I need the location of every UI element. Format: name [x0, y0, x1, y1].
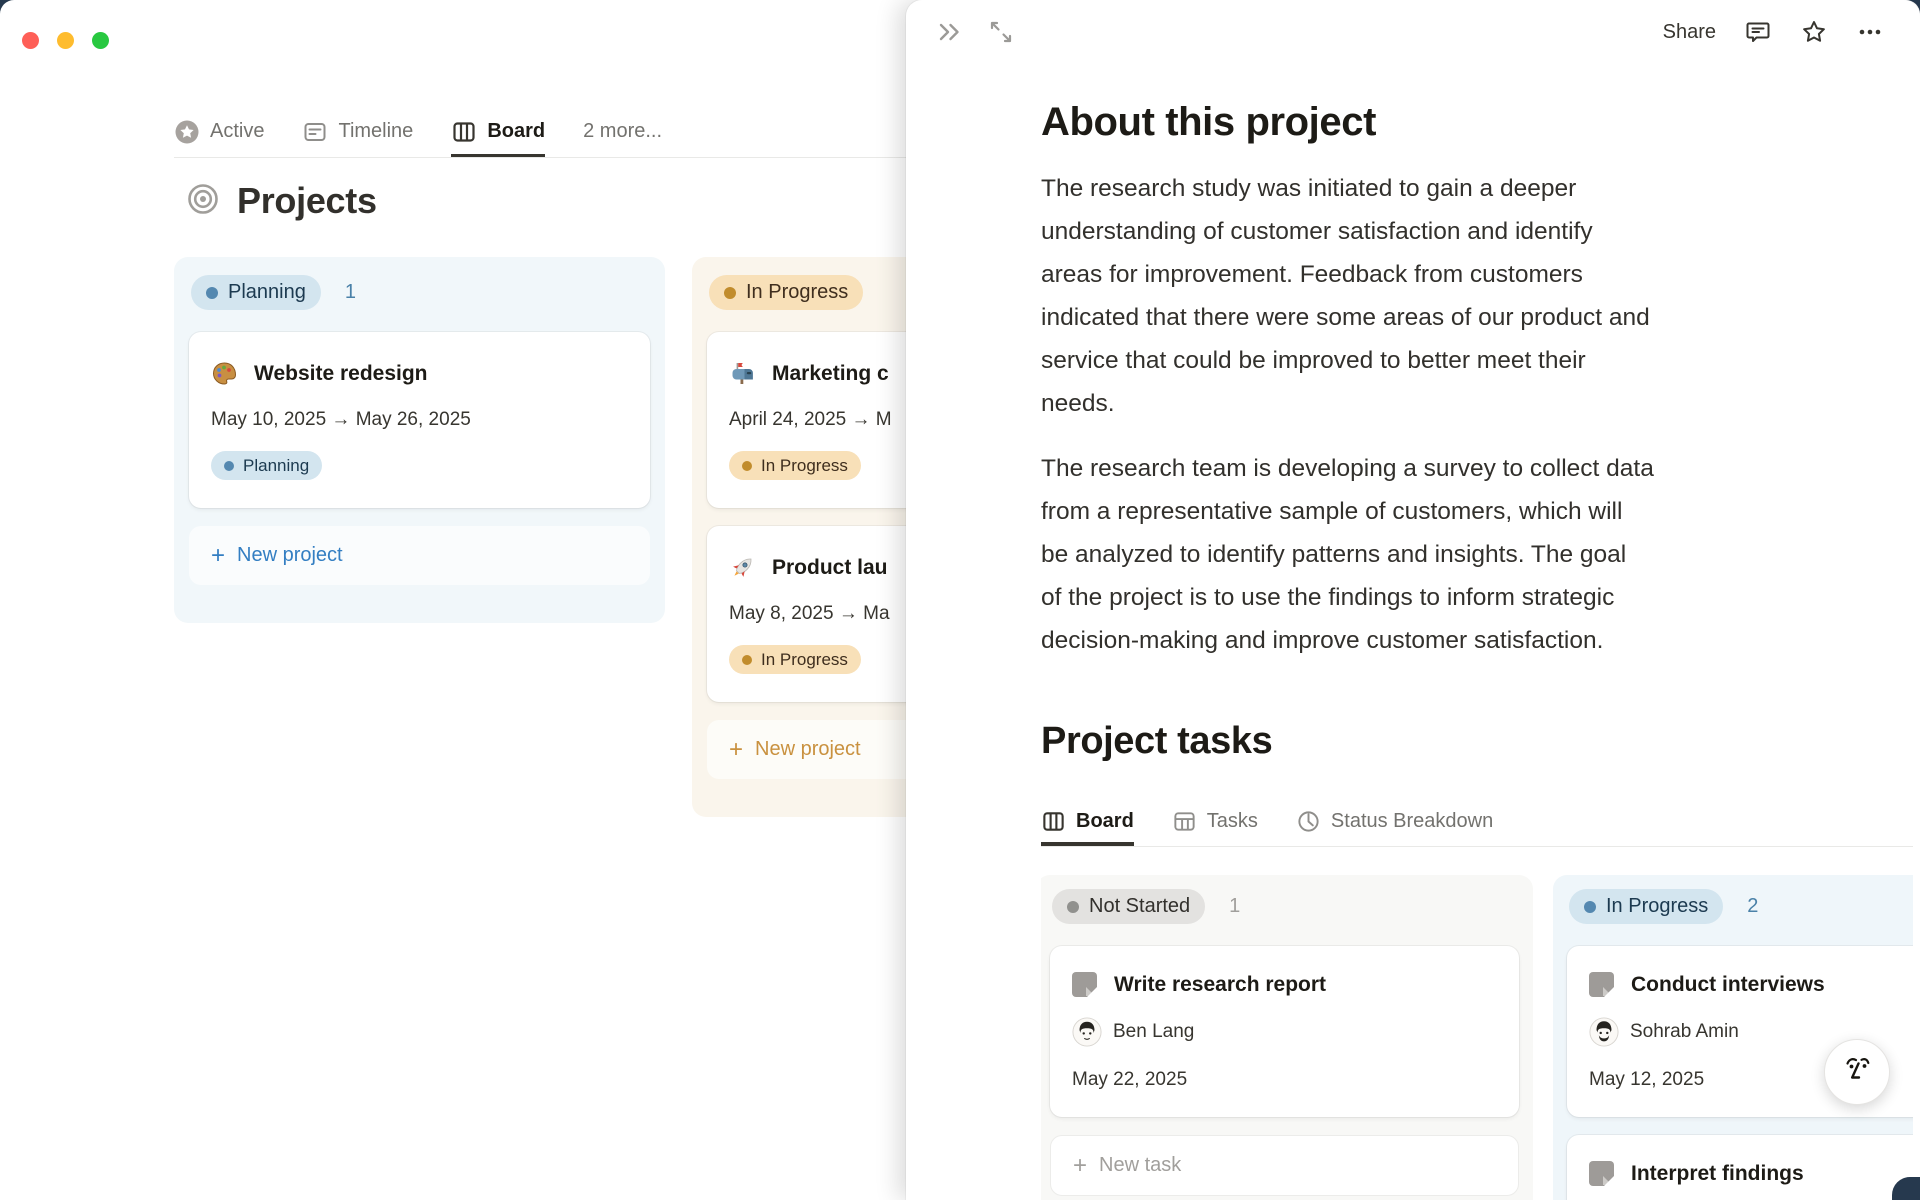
- board-icon: [1041, 809, 1066, 834]
- ai-face-icon: [1837, 1050, 1877, 1095]
- task-board: Not Started 1 Write research report Ben …: [1041, 875, 1913, 1200]
- column-count: 1: [344, 281, 356, 303]
- status-dot: [1067, 900, 1079, 913]
- tab-label: Active: [210, 120, 265, 142]
- card-status-tag: Planning: [211, 451, 323, 480]
- star-circle-icon: [174, 119, 200, 145]
- column-count: 1: [1229, 895, 1241, 917]
- column-name: Planning: [228, 281, 306, 303]
- expand-page-icon[interactable]: [986, 17, 1016, 47]
- new-task-button[interactable]: + New task: [1050, 1135, 1519, 1196]
- status-clock-icon: [1296, 809, 1321, 834]
- tab-active-view[interactable]: Active: [174, 106, 264, 157]
- zoom-window-button[interactable]: [92, 32, 109, 49]
- task-card-write-research-report[interactable]: Write research report Ben Lang May 22, 2…: [1050, 946, 1519, 1117]
- peek-header: Share: [906, 0, 1920, 64]
- tab-label: Status Breakdown: [1330, 810, 1494, 832]
- palette-icon: [211, 360, 238, 387]
- column-name: Not Started: [1089, 895, 1191, 917]
- target-icon: [186, 182, 220, 221]
- close-peek-chevrons-icon[interactable]: [934, 17, 964, 47]
- about-heading: About this project: [1041, 100, 1377, 144]
- task-title: Write research report: [1114, 972, 1327, 996]
- about-paragraph-1: The research study was initiated to gain…: [1041, 175, 1650, 417]
- tab-label: Timeline: [338, 120, 414, 142]
- column-status-pill[interactable]: Planning: [191, 275, 321, 310]
- tab-label: Tasks: [1206, 810, 1258, 832]
- status-dot: [742, 654, 752, 665]
- status-dot: [742, 460, 752, 471]
- column-count: 2: [1747, 895, 1759, 917]
- card-title: Marketing c: [772, 361, 889, 385]
- task-date: May 22, 2025: [1072, 1069, 1188, 1090]
- project-tasks-heading: Project tasks: [1041, 720, 1273, 762]
- plus-icon: +: [211, 541, 226, 569]
- tab-label: Board: [1076, 810, 1134, 832]
- card-title: Product lau: [772, 555, 888, 579]
- about-paragraph-2: The research team is developing a survey…: [1041, 455, 1654, 654]
- page-title-row: Projects: [186, 180, 377, 222]
- timeline-icon: [302, 119, 328, 145]
- tab-more-views[interactable]: 2 more...: [583, 106, 662, 157]
- comments-icon[interactable]: [1744, 18, 1772, 46]
- card-title: Website redesign: [254, 361, 428, 385]
- column-name: In Progress: [746, 281, 849, 303]
- status-dot: [1584, 900, 1596, 913]
- status-dot: [206, 286, 218, 299]
- page-icon: [1589, 1161, 1615, 1187]
- rocket-icon: [729, 554, 756, 581]
- task-view-tabs: Board Tasks Status Breakdown: [1041, 797, 1913, 847]
- share-button[interactable]: Share: [1663, 21, 1716, 44]
- task-card-interpret-findings[interactable]: Interpret findings: [1567, 1135, 1913, 1200]
- tab-task-board[interactable]: Board: [1041, 797, 1134, 846]
- avatar-sohrab-amin: [1589, 1017, 1619, 1047]
- card-dates: May 10, 2025 → May 26, 2025: [211, 409, 471, 430]
- side-peek-panel: Share About this project The research st…: [906, 0, 1920, 1200]
- page-icon: [1072, 972, 1098, 998]
- minimize-window-button[interactable]: [57, 32, 74, 49]
- plus-icon: +: [729, 735, 744, 763]
- notion-ai-button[interactable]: [1824, 1039, 1890, 1105]
- task-column-in-progress: In Progress 2 Conduct interviews Sohrab …: [1553, 875, 1913, 1200]
- more-options-icon[interactable]: [1856, 18, 1884, 46]
- column-status-pill[interactable]: Not Started: [1052, 889, 1206, 924]
- task-column-not-started: Not Started 1 Write research report Ben …: [1041, 875, 1533, 1200]
- task-title: Conduct interviews: [1631, 972, 1825, 996]
- tab-label: 2 more...: [583, 120, 663, 142]
- plus-icon: +: [1073, 1151, 1088, 1179]
- tab-task-table[interactable]: Tasks: [1172, 797, 1258, 846]
- tab-label: Board: [487, 120, 546, 142]
- favorite-star-icon[interactable]: [1800, 18, 1828, 46]
- window-controls: [22, 32, 109, 49]
- table-icon: [1172, 809, 1197, 834]
- assignee-name: Sohrab Amin: [1630, 1021, 1739, 1042]
- column-status-pill[interactable]: In Progress: [1569, 889, 1724, 924]
- peek-content: About this project The research study wa…: [906, 64, 1920, 1200]
- tab-timeline-view[interactable]: Timeline: [302, 106, 413, 157]
- close-window-button[interactable]: [22, 32, 39, 49]
- new-project-button[interactable]: + New project: [189, 526, 650, 585]
- mailbox-icon: [729, 360, 756, 387]
- card-status-tag: In Progress: [729, 451, 861, 480]
- tab-board-view[interactable]: Board: [451, 106, 545, 157]
- assignee-name: Ben Lang: [1113, 1021, 1195, 1042]
- project-card-website-redesign[interactable]: Website redesign May 10, 2025 → May 26, …: [189, 332, 650, 508]
- status-dot: [724, 286, 736, 299]
- page-icon: [1589, 972, 1615, 998]
- column-status-pill[interactable]: In Progress: [709, 275, 864, 310]
- column-name: In Progress: [1606, 895, 1709, 917]
- board-column-planning: Planning 1 Website redesign May 10, 2025…: [174, 257, 665, 623]
- card-status-tag: In Progress: [729, 645, 861, 674]
- page-title: Projects: [237, 180, 377, 221]
- status-dot: [224, 460, 234, 471]
- task-title: Interpret findings: [1631, 1161, 1804, 1185]
- board-icon: [451, 119, 477, 145]
- tab-status-breakdown[interactable]: Status Breakdown: [1296, 797, 1493, 846]
- avatar-ben-lang: [1072, 1017, 1102, 1047]
